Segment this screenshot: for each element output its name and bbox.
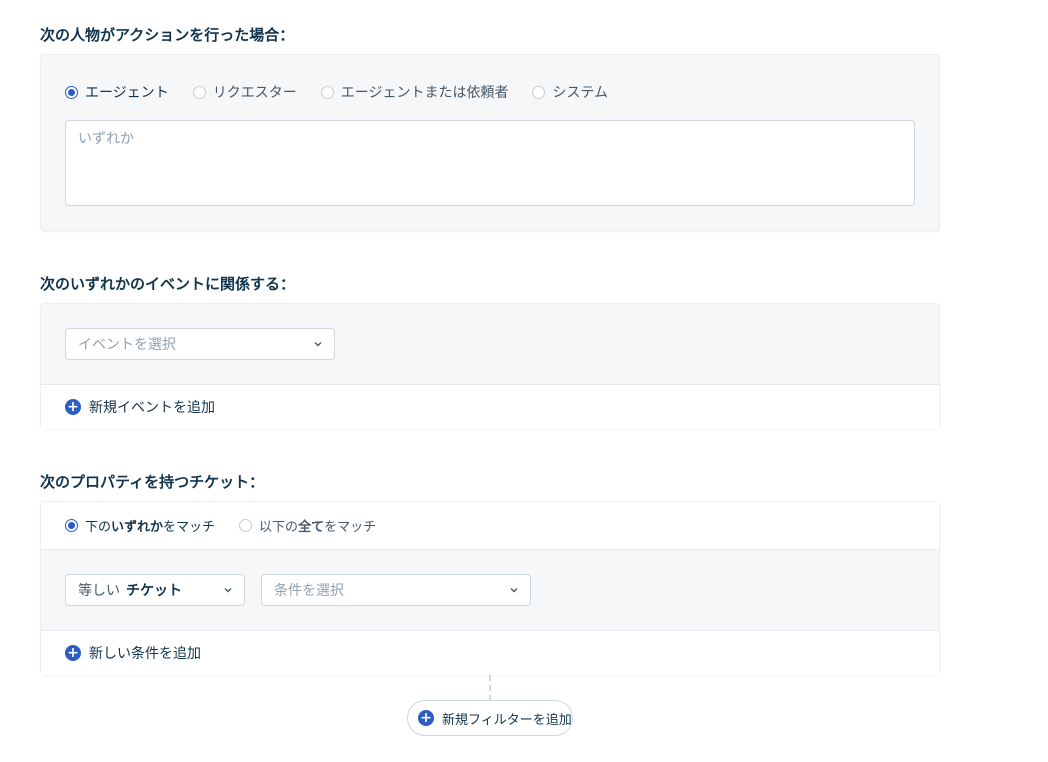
plus-circle-icon: + xyxy=(418,710,434,726)
plus-circle-icon: + xyxy=(65,645,81,661)
match-all-bold: 全て xyxy=(298,520,325,535)
condition-select-placeholder: 条件を選択 xyxy=(274,583,344,599)
add-event-label: 新規イベントを追加 xyxy=(89,400,215,416)
actor-radio-group: エージェント リクエスター エージェントまたは依頼者 システム xyxy=(65,82,632,102)
chevron-down-icon xyxy=(224,588,232,593)
match-any-bold: いずれか xyxy=(111,520,164,535)
operator-select-value: 等しい xyxy=(78,583,120,599)
actor-option-agent-or-requester[interactable]: エージェントまたは依頼者 xyxy=(320,82,509,102)
chevron-down-icon xyxy=(510,588,518,593)
actor-section-title: 次の人物がアクションを行った場合： xyxy=(40,26,295,44)
event-section-title: 次のいずれかのイベントに関係する： xyxy=(40,275,296,293)
ticket-section-title: 次のプロパティを持つチケット： xyxy=(40,473,265,491)
radio-icon[interactable] xyxy=(320,85,334,99)
event-card: イベントを選択 + 新規イベントを追加 xyxy=(40,303,940,429)
actor-input-placeholder: いずれか xyxy=(78,131,134,147)
dashed-connector xyxy=(489,675,491,701)
actor-option-label: システム xyxy=(552,85,609,101)
radio-icon[interactable] xyxy=(192,85,206,99)
actor-option-label: リクエスター xyxy=(212,85,297,101)
event-select[interactable]: イベントを選択 xyxy=(65,328,335,360)
actor-option-system[interactable]: システム xyxy=(532,82,608,102)
operator-select[interactable]: 等しい チケット xyxy=(65,574,245,606)
match-all-prefix: 以下の xyxy=(259,520,299,535)
chevron-down-icon xyxy=(314,342,322,347)
actor-option-requester[interactable]: リクエスター xyxy=(192,82,297,102)
add-filter-label: 新規フィルターを追加 xyxy=(442,712,572,728)
plus-circle-icon: + xyxy=(65,399,81,415)
actor-card: エージェント リクエスター エージェントまたは依頼者 システム いずれか xyxy=(40,54,940,231)
match-all-suffix: をマッチ xyxy=(324,520,377,535)
radio-checked-icon[interactable] xyxy=(65,85,78,99)
actor-input[interactable]: いずれか xyxy=(65,120,915,206)
radio-icon[interactable] xyxy=(239,519,253,532)
actor-option-label: エージェントまたは依頼者 xyxy=(340,85,509,101)
match-mode-row: 下の いずれか をマッチ 以下の 全て をマッチ xyxy=(41,502,939,550)
add-condition-label: 新しい条件を追加 xyxy=(89,646,201,662)
radio-icon[interactable] xyxy=(532,85,546,99)
ticket-card: 下の いずれか をマッチ 以下の 全て をマッチ 等しい チケット 条件を選択 + 新し… xyxy=(40,501,940,675)
match-any-suffix: をマッチ xyxy=(163,520,216,535)
radio-checked-icon[interactable] xyxy=(65,519,78,532)
operator-select-entity: チケット xyxy=(126,583,182,599)
condition-select[interactable]: 条件を選択 xyxy=(261,574,531,606)
actor-option-agent[interactable]: エージェント xyxy=(65,82,169,102)
actor-option-label: エージェント xyxy=(85,85,169,101)
add-filter-button[interactable]: + 新規フィルターを追加 xyxy=(407,700,573,736)
event-select-placeholder: イベントを選択 xyxy=(78,337,176,353)
match-any-option[interactable]: 下の いずれか をマッチ xyxy=(65,516,215,535)
match-any-prefix: 下の xyxy=(85,520,112,535)
add-event-button[interactable]: + 新規イベントを追加 xyxy=(41,384,939,429)
match-all-option[interactable]: 以下の 全て をマッチ xyxy=(239,516,376,535)
add-condition-button[interactable]: + 新しい条件を追加 xyxy=(41,630,939,675)
